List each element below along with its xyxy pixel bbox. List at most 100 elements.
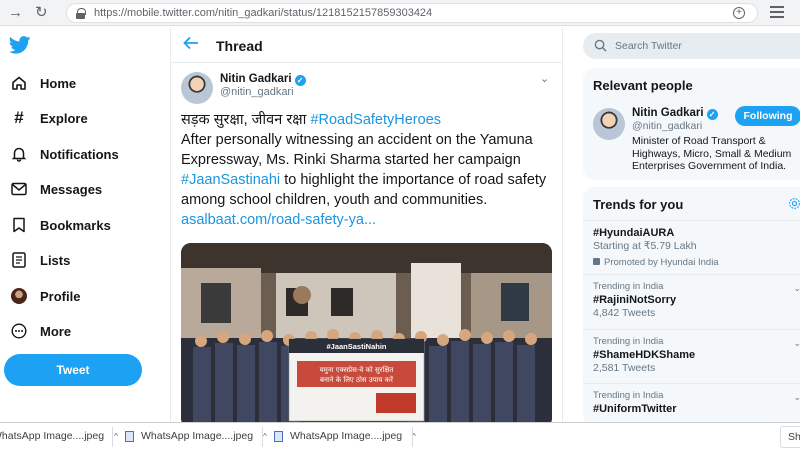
search-placeholder: Search Twitter bbox=[615, 40, 682, 52]
person-bio: Minister of Road Transport & Highways, M… bbox=[632, 135, 792, 172]
trend-context: Trending in India bbox=[593, 390, 664, 401]
divider bbox=[412, 427, 413, 447]
search-icon bbox=[594, 39, 607, 52]
banner-line: यमुना एक्सप्रेस-वे को सुरक्षित bbox=[320, 365, 395, 374]
divider bbox=[583, 220, 800, 221]
envelope-icon bbox=[10, 180, 28, 198]
reload-icon[interactable]: ↻ bbox=[35, 3, 48, 23]
address-bar[interactable]: https://mobile.twitter.com/nitin_gadkari… bbox=[66, 3, 758, 23]
sidebar-item-label: Profile bbox=[40, 288, 81, 304]
show-all-button[interactable]: Sh bbox=[780, 426, 800, 448]
trend-item[interactable]: Trending in India #ShameHDKShame 2,581 T… bbox=[593, 336, 800, 375]
home-icon bbox=[10, 74, 28, 92]
divider bbox=[112, 427, 113, 447]
sidebar-item-label: Bookmarks bbox=[40, 217, 111, 233]
trend-name[interactable]: #ShameHDKShame bbox=[593, 348, 800, 362]
relevant-people-title: Relevant people bbox=[593, 78, 693, 93]
trend-name[interactable]: #HyundaiAURA bbox=[593, 226, 800, 240]
article-link[interactable]: asalbaat.com/road-safety-ya... bbox=[181, 212, 376, 228]
person-handle[interactable]: @nitin_gadkari bbox=[632, 120, 702, 132]
sidebar-nav: Home # Explore Notifications Messages Bo… bbox=[0, 27, 170, 422]
promoted-text: Promoted by Hyundai India bbox=[604, 257, 719, 268]
trend-name[interactable]: #RajiniNotSorry bbox=[593, 293, 800, 307]
person-name-text[interactable]: Nitin Gadkari bbox=[632, 107, 704, 119]
back-arrow-icon[interactable] bbox=[183, 36, 199, 50]
relevant-people-card: Relevant people Nitin Gadkari ✓ @nitin_ga… bbox=[583, 68, 800, 180]
chevron-down-icon[interactable]: ⌄ bbox=[793, 392, 800, 403]
trend-name[interactable]: #UniformTwitter bbox=[593, 402, 800, 416]
trend-count: 2,581 Tweets bbox=[593, 362, 656, 374]
search-input[interactable]: Search Twitter bbox=[583, 33, 800, 59]
divider bbox=[583, 383, 800, 384]
bell-icon bbox=[10, 145, 28, 163]
chevron-down-icon[interactable]: ⌄ bbox=[793, 283, 800, 294]
author-name[interactable]: Nitin Gadkari ✓ bbox=[220, 73, 306, 86]
url-text[interactable]: https://mobile.twitter.com/nitin_gadkari… bbox=[94, 7, 432, 19]
hashtag-link[interactable]: #RoadSafetyHeroes bbox=[310, 112, 441, 128]
right-column: Search Twitter Relevant people Nitin Gad… bbox=[563, 27, 800, 422]
download-item[interactable]: WhatsApp Image....jpeg ^ bbox=[0, 430, 118, 442]
bookmark-icon bbox=[10, 216, 28, 234]
sidebar-item-label: More bbox=[40, 323, 72, 339]
hashtag-link[interactable]: #JaanSastinahi bbox=[181, 172, 280, 188]
browser-toolbar: → ↻ https://mobile.twitter.com/nitin_gad… bbox=[0, 0, 800, 26]
browser-menu-icon[interactable] bbox=[770, 6, 784, 21]
group-photo: #JaanSastiNahin यमुना एक्सप्रेस-वे को सु… bbox=[181, 243, 552, 422]
trend-item[interactable]: Trending in India #RajiniNotSorry 4,842 … bbox=[593, 281, 800, 320]
person-name[interactable]: Nitin Gadkari ✓ bbox=[632, 107, 718, 120]
more-icon bbox=[10, 322, 28, 340]
sidebar-item-label: Explore bbox=[40, 110, 88, 126]
download-filename[interactable]: WhatsApp Image....jpeg bbox=[141, 430, 253, 442]
download-item[interactable]: WhatsApp Image....jpeg ^ bbox=[125, 430, 267, 442]
file-icon bbox=[274, 430, 283, 442]
tweet-photo[interactable]: #JaanSastiNahin यमुना एक्सप्रेस-वे को सु… bbox=[181, 243, 552, 422]
download-item[interactable]: WhatsApp Image....jpeg ^ bbox=[274, 430, 416, 442]
file-icon bbox=[125, 430, 134, 442]
chevron-up-icon[interactable]: ^ bbox=[114, 432, 118, 441]
sidebar-item-label: Notifications bbox=[40, 146, 119, 162]
divider bbox=[262, 427, 263, 447]
divider bbox=[583, 329, 800, 330]
gear-icon[interactable] bbox=[788, 197, 800, 210]
promoted-icon bbox=[593, 258, 600, 265]
trend-context: Trending in India bbox=[593, 336, 664, 347]
following-button[interactable]: Following bbox=[735, 106, 800, 126]
add-bookmark-icon[interactable]: + bbox=[733, 7, 745, 19]
trends-title: Trends for you bbox=[593, 197, 684, 212]
lock-icon bbox=[76, 8, 86, 19]
sidebar-item-messages[interactable]: Messages bbox=[10, 176, 102, 202]
trend-item[interactable]: #HyundaiAURA Starting at ₹5.79 Lakh Prom… bbox=[593, 226, 800, 269]
sidebar-item-lists[interactable]: Lists bbox=[10, 247, 70, 273]
sidebar-item-profile[interactable]: Profile bbox=[10, 283, 80, 309]
chevron-up-icon[interactable]: ^ bbox=[263, 432, 267, 441]
author-name-text[interactable]: Nitin Gadkari bbox=[220, 73, 292, 85]
author-handle[interactable]: @nitin_gadkari bbox=[220, 86, 294, 98]
sidebar-item-more[interactable]: More bbox=[10, 318, 71, 344]
avatar bbox=[10, 287, 28, 305]
person-avatar[interactable] bbox=[593, 108, 625, 140]
promoted-label: Promoted by Hyundai India bbox=[593, 256, 800, 269]
divider bbox=[583, 274, 800, 275]
tweet-hindi-text: सड़क सुरक्षा, जीवन रक्षा bbox=[181, 112, 307, 128]
trend-count: 4,842 Tweets bbox=[593, 307, 656, 319]
download-filename[interactable]: WhatsApp Image....jpeg bbox=[0, 430, 104, 442]
tweet-body-text: After personally witnessing an accident … bbox=[181, 132, 533, 168]
chevron-down-icon[interactable]: ⌄ bbox=[793, 338, 800, 349]
verified-badge-icon: ✓ bbox=[706, 109, 718, 120]
screen: → ↻ https://mobile.twitter.com/nitin_gad… bbox=[0, 0, 800, 450]
trend-item[interactable]: Trending in India #UniformTwitter bbox=[593, 390, 800, 416]
sidebar-item-explore[interactable]: # Explore bbox=[10, 105, 88, 131]
tweet-button[interactable]: Tweet bbox=[4, 354, 142, 386]
main-column: Thread Nitin Gadkari ✓ @nitin_gadkari ⌄ स… bbox=[171, 27, 562, 422]
trend-subtext: Starting at ₹5.79 Lakh bbox=[593, 240, 697, 252]
author-avatar[interactable] bbox=[181, 72, 213, 104]
sidebar-item-notifications[interactable]: Notifications bbox=[10, 141, 119, 167]
sidebar-item-bookmarks[interactable]: Bookmarks bbox=[10, 212, 111, 238]
twitter-logo-icon[interactable] bbox=[9, 36, 31, 54]
chevron-down-icon[interactable]: ⌄ bbox=[540, 72, 549, 85]
download-filename[interactable]: WhatsApp Image....jpeg bbox=[290, 430, 402, 442]
arrow-right-icon[interactable]: → bbox=[8, 3, 23, 23]
banner-title: #JaanSastiNahin bbox=[326, 342, 386, 351]
sidebar-item-home[interactable]: Home bbox=[10, 70, 76, 96]
thread-header: Thread bbox=[171, 27, 562, 63]
